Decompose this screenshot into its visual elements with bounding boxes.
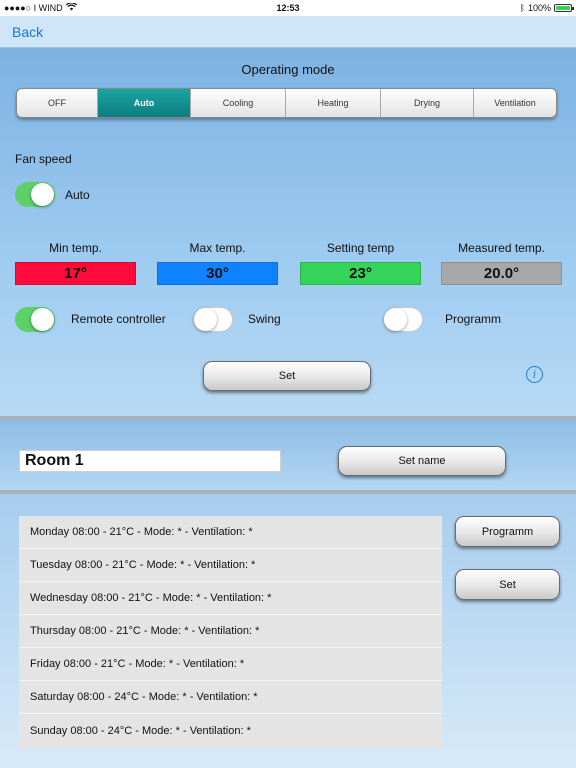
status-time: 12:53 [276,3,300,13]
swing-toggle[interactable] [193,307,233,332]
set-name-button[interactable]: Set name [338,446,506,476]
remote-controller-toggle[interactable] [15,307,55,332]
nav-bar: Back [0,16,576,48]
remote-controller-label: Remote controller [71,312,166,326]
room-name-panel: Set name [0,420,576,490]
mode-segment-auto[interactable]: Auto [98,89,191,117]
schedule-row-sunday[interactable]: Sunday 08:00 - 24°C - Mode: * - Ventilat… [19,714,442,747]
carrier-label: ●●●●○ I WIND [4,3,63,13]
min-temp-value[interactable]: 17° [15,262,136,285]
fan-speed-title: Fan speed [15,152,72,166]
schedule-row-monday[interactable]: Monday 08:00 - 21°C - Mode: * - Ventilat… [19,516,442,549]
status-right: ᛒ 100% [372,3,574,13]
schedule-row-saturday[interactable]: Saturday 08:00 - 24°C - Mode: * - Ventil… [19,681,442,714]
mode-segment-heating[interactable]: Heating [286,89,381,117]
setting-temp-label: Setting temp [326,241,395,255]
wifi-icon [65,2,77,13]
programm-button[interactable]: Programm [455,516,560,547]
battery-icon [554,4,574,12]
control-panel: Operating mode OFF Auto Cooling Heating … [0,48,576,416]
room-name-input[interactable] [19,450,281,472]
programm-toggle[interactable] [383,307,423,332]
schedule-row-friday[interactable]: Friday 08:00 - 21°C - Mode: * - Ventilat… [19,648,442,681]
schedule-panel: Monday 08:00 - 21°C - Mode: * - Ventilat… [0,494,576,768]
info-icon[interactable]: i [526,366,543,383]
fan-auto-label: Auto [65,188,90,202]
back-button[interactable]: Back [12,24,43,40]
status-bar: ●●●●○ I WIND 12:53 ᛒ 100% [0,0,576,16]
schedule-set-button[interactable]: Set [455,569,560,600]
operating-mode-selector: OFF Auto Cooling Heating Drying Ventilat… [16,88,557,118]
toggle-knob [384,308,407,331]
battery-percent: 100% [527,3,551,13]
swing-label: Swing [248,312,281,326]
mode-segment-drying[interactable]: Drying [381,89,474,117]
bluetooth-icon: ᛒ [519,3,525,13]
toggle-knob [194,308,217,331]
toggle-knob [31,183,54,206]
operating-mode-title: Operating mode [241,62,335,77]
mode-segment-cooling[interactable]: Cooling [191,89,286,117]
fan-auto-toggle[interactable] [15,182,55,207]
schedule-row-tuesday[interactable]: Tuesday 08:00 - 21°C - Mode: * - Ventila… [19,549,442,582]
setting-temp-value[interactable]: 23° [300,262,421,285]
max-temp-value[interactable]: 30° [157,262,278,285]
mode-segment-off[interactable]: OFF [17,89,98,117]
status-left: ●●●●○ I WIND [4,2,204,13]
programm-label: Programm [445,312,502,326]
schedule-row-wednesday[interactable]: Wednesday 08:00 - 21°C - Mode: * - Venti… [19,582,442,615]
set-button[interactable]: Set [203,361,371,391]
measured-temp-label: Measured temp. [458,241,545,255]
measured-temp-value: 20.0° [441,262,562,285]
min-temp-label: Min temp. [49,241,102,255]
schedule-list: Monday 08:00 - 21°C - Mode: * - Ventilat… [19,516,442,748]
max-temp-label: Max temp. [189,241,246,255]
schedule-row-thursday[interactable]: Thursday 08:00 - 21°C - Mode: * - Ventil… [19,615,442,648]
mode-segment-ventilation[interactable]: Ventilation [474,89,556,117]
toggle-knob [31,308,54,331]
